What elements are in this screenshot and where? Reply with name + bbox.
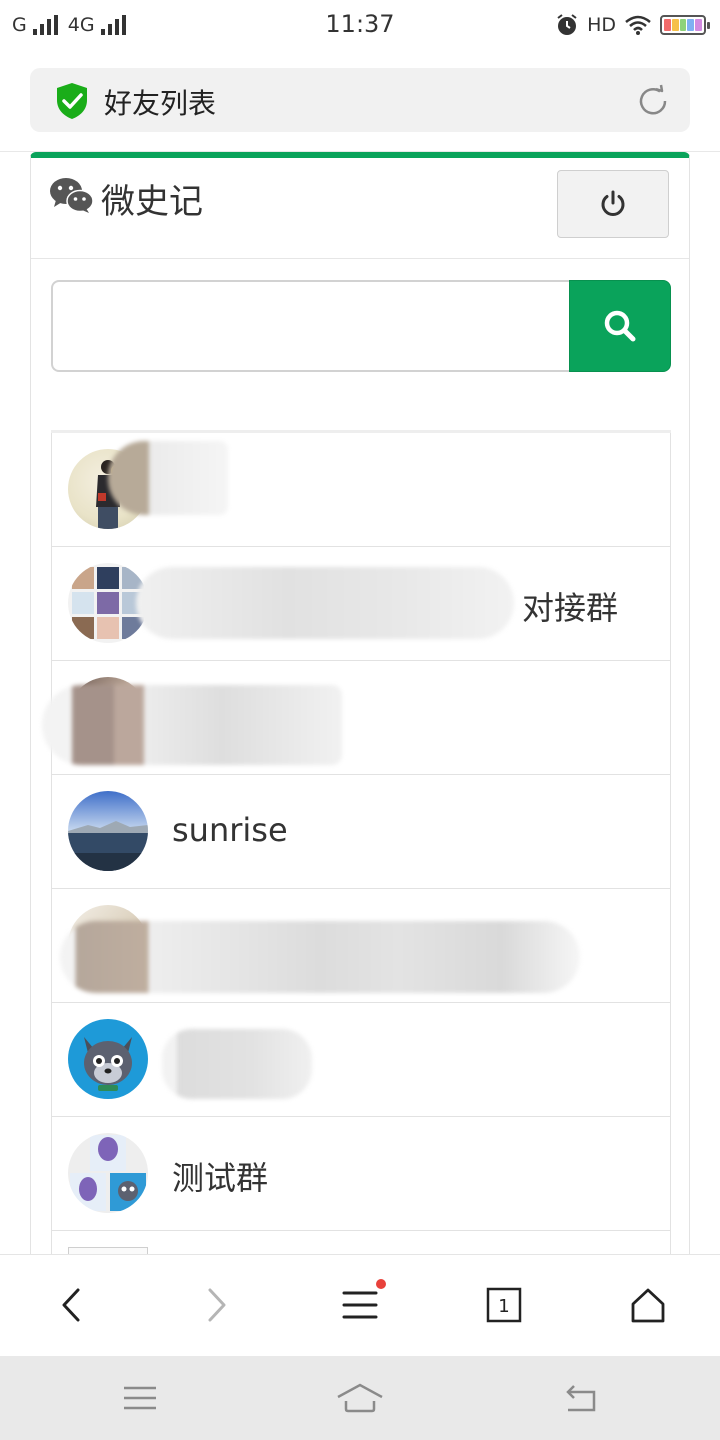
list-item[interactable]: 对接群: [51, 547, 671, 661]
contact-name: 对接群: [521, 589, 618, 627]
avatar: [68, 1019, 148, 1099]
system-navigation-bar: [0, 1356, 720, 1440]
home-button[interactable]: [620, 1277, 676, 1333]
friend-list-panel: 微史记 对接群 sunrise 测试群: [30, 152, 690, 1262]
menu-icon: [124, 1386, 156, 1410]
notification-dot: [376, 1279, 386, 1289]
back-icon: [566, 1385, 596, 1412]
battery-icon: [660, 15, 710, 35]
system-back-button[interactable]: [555, 1376, 605, 1420]
menu-button[interactable]: [332, 1277, 388, 1333]
hd-label: HD: [587, 14, 616, 36]
redacted-name: [136, 567, 514, 639]
tabs-icon: 1: [486, 1287, 522, 1323]
page-title: 好友列表: [104, 87, 217, 120]
alarm-icon: [557, 14, 577, 35]
forward-button[interactable]: [188, 1277, 244, 1333]
wifi-icon: [625, 15, 651, 35]
list-item[interactable]: [51, 889, 671, 1003]
search-icon: [604, 310, 636, 342]
app-title: 微史记: [101, 182, 203, 222]
contact-name: 测试群: [172, 1159, 269, 1197]
status-icons: HD: [555, 11, 710, 39]
list-item[interactable]: [42, 661, 671, 775]
avatar: [68, 791, 148, 871]
redacted-name: [108, 441, 228, 515]
menu-icon: [342, 1291, 378, 1319]
list-item[interactable]: [51, 1003, 671, 1117]
home-icon: [631, 1288, 665, 1323]
system-home-button[interactable]: [335, 1376, 385, 1420]
chevron-left-icon: [62, 1288, 80, 1322]
shield-check-icon: [57, 83, 87, 119]
list-item[interactable]: 测试群: [51, 1117, 671, 1231]
redacted-name: [162, 1029, 312, 1099]
panel-header: 微史记: [31, 158, 689, 259]
list-item[interactable]: [51, 433, 671, 547]
tabs-button[interactable]: 1: [476, 1277, 532, 1333]
back-button[interactable]: [44, 1277, 100, 1333]
system-menu-button[interactable]: [115, 1376, 165, 1420]
list-item[interactable]: sunrise: [51, 775, 671, 889]
status-bar: G 4G 11:37 HD: [0, 0, 720, 52]
avatar: [68, 1133, 148, 1213]
contact-list: 对接群 sunrise 测试群: [42, 430, 671, 1261]
power-icon: [601, 190, 625, 216]
search-input[interactable]: [51, 280, 571, 372]
search-button[interactable]: [569, 280, 671, 372]
chevron-right-icon: [208, 1288, 226, 1322]
url-bar[interactable]: 好友列表: [30, 68, 690, 132]
search-bar: [51, 280, 671, 372]
logout-button[interactable]: [557, 170, 669, 238]
refresh-icon[interactable]: [634, 82, 672, 120]
tabs-count: 1: [498, 1296, 509, 1317]
browser-toolbar: 1: [0, 1254, 720, 1356]
contact-name: sunrise: [172, 811, 288, 849]
redacted-name: [42, 685, 342, 765]
wechat-icon: [50, 178, 93, 213]
home-icon: [337, 1383, 383, 1413]
redacted-name: [60, 921, 580, 993]
